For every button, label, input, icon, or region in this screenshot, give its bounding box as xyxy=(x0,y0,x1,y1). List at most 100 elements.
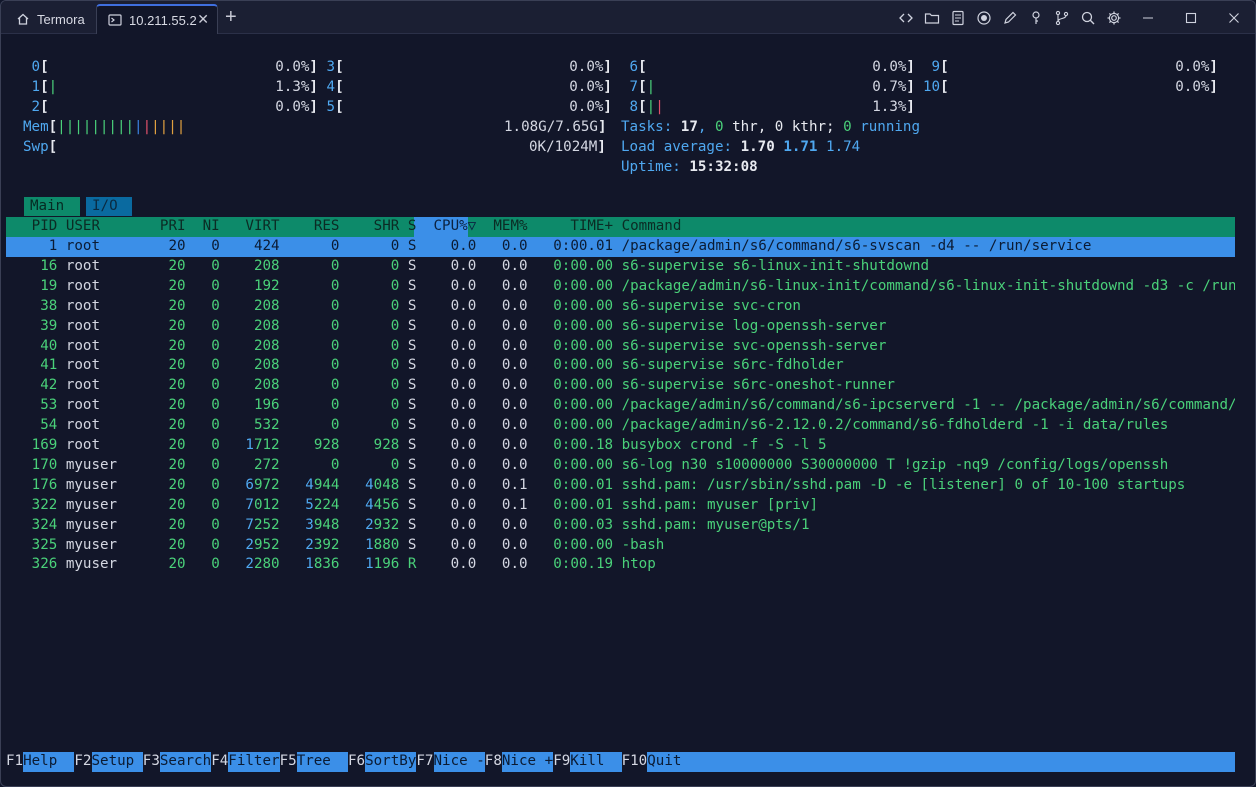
tab-close-icon[interactable]: ✕ xyxy=(197,11,209,28)
fkey-f5[interactable]: F5 xyxy=(280,752,297,772)
record-icon[interactable] xyxy=(974,8,993,27)
cell-time: 0:00.18 xyxy=(553,437,614,453)
fkey-f1[interactable]: F1 xyxy=(6,752,23,772)
fkey-f2-label[interactable]: Setup xyxy=(91,752,143,772)
cell-pri: 20 xyxy=(168,516,186,533)
cell-s: S xyxy=(407,496,417,513)
process-row[interactable]: 40 root 20 0 208 0 0 S 0.0 0.0 0:00.00 s6-supervise… xyxy=(6,337,1235,357)
process-row[interactable]: 325 myuser 20 0 2952 2392 1880 S 0.0 0.0 0:00.00 -b… xyxy=(6,536,1235,556)
fkey-f5-label[interactable]: Tree xyxy=(296,752,348,772)
tab-home-label: Termora xyxy=(37,11,85,27)
process-row[interactable]: 16 root 20 0 208 0 0 S 0.0 0.0 0:00.00 s6-supervise… xyxy=(6,257,1235,277)
mem-meter: Mem[||||||||||||||| xyxy=(23,119,186,135)
cell-res: 0 xyxy=(330,297,340,314)
file-icon[interactable] xyxy=(948,8,967,27)
cpu-meter-2: 2[ xyxy=(23,98,49,118)
tab-session[interactable]: 10.211.55.2 ✕ xyxy=(96,4,218,34)
swp-value: 0K/1024M xyxy=(529,139,598,155)
column-header-res[interactable]: RES xyxy=(288,217,340,237)
cell-mem: 0.0 xyxy=(501,556,528,573)
column-header-shr[interactable]: SHR xyxy=(348,217,400,237)
pen-icon[interactable] xyxy=(1000,8,1019,27)
fkey-f3-label[interactable]: Search xyxy=(159,752,212,772)
process-row[interactable]: 53 root 20 0 196 0 0 S 0.0 0.0 0:00.00/package/adm… xyxy=(6,396,1235,416)
column-header-virt[interactable]: VIRT xyxy=(228,217,279,237)
process-row[interactable]: 324 myuser 20 0 7252 3948 2932 S 0.0 0.0 0:00.03 ss… xyxy=(6,516,1235,536)
tab-main[interactable]: Main xyxy=(24,197,80,216)
process-row[interactable]: 42 root 20 0 208 0 0 S 0.0 0.0 0:00.00 s6-supervise… xyxy=(6,376,1235,396)
process-row[interactable]: 1 root 20 0 424 0 0 S 0.0 0.0 0:00.01/package/admi… xyxy=(6,237,1235,257)
column-header-pid[interactable]: PID xyxy=(6,217,58,237)
process-row[interactable]: 170 myuser 20 0 272 0 0 S 0.0 0.0 0:00.00 s6-log n3… xyxy=(6,456,1235,476)
cell-cpu: 0.0 xyxy=(450,496,477,513)
column-header-s[interactable]: S xyxy=(408,217,417,237)
cpu-bars: | xyxy=(48,78,58,95)
cell-cmd: htop xyxy=(621,556,656,573)
new-tab-button[interactable]: + xyxy=(225,7,237,27)
key-icon[interactable] xyxy=(1026,8,1045,27)
htop-screen[interactable]: 0[0.0%] 1[| 1.3%] 2[0.0%] 3[0.0%] 4[0.0%]… xyxy=(6,58,1251,778)
cell-virt-units: 952 xyxy=(253,536,280,553)
cell-virt: 196 xyxy=(253,397,280,414)
fkey-f1-label[interactable]: Help xyxy=(23,752,75,772)
process-row[interactable]: 326 myuser 20 0 2280 1836 1196 R 0.0 0.0 0:00.19 ht… xyxy=(6,555,1235,575)
fkey-f9-label[interactable]: Kill xyxy=(570,752,622,772)
column-header-user[interactable]: USER xyxy=(66,217,100,237)
code-icon[interactable] xyxy=(896,8,915,27)
cell-virt: 2280 xyxy=(228,555,279,575)
column-header-cpu[interactable]: CPU%▽ xyxy=(425,217,477,237)
column-header-mem[interactable]: MEM% xyxy=(485,217,527,237)
cell-ni: 0 xyxy=(211,357,220,374)
fkey-f7-label[interactable]: Nice - xyxy=(433,752,485,772)
screen-tabs: Main I/O xyxy=(24,197,132,216)
fkey-f8[interactable]: F8 xyxy=(485,752,502,772)
fkey-f8-label[interactable]: Nice + xyxy=(501,752,554,772)
cell-user: root xyxy=(65,277,101,294)
cell-cpu: 0.0 xyxy=(450,277,477,294)
column-header-ni[interactable]: NI xyxy=(194,217,220,237)
cell-s: S xyxy=(407,297,417,314)
cell-s: S xyxy=(407,476,417,493)
cell-virt-thousands: 7 xyxy=(245,516,254,533)
cell-shr: 2932 xyxy=(348,516,399,536)
fkey-f4[interactable]: F4 xyxy=(211,752,228,772)
tab-home[interactable]: Termora xyxy=(9,4,95,34)
maximize-icon[interactable] xyxy=(1169,1,1212,34)
cell-s: S xyxy=(407,277,417,294)
process-row[interactable]: 176 myuser 20 0 6972 4944 4048 S 0.0 0.1 0:00.01 ss… xyxy=(6,476,1235,496)
column-header-cmd[interactable]: Command xyxy=(622,217,682,237)
tab-io[interactable]: I/O xyxy=(86,197,132,216)
cell-s: S xyxy=(407,357,417,374)
fkey-f6[interactable]: F6 xyxy=(348,752,365,772)
process-row[interactable]: 39 root 20 0 208 0 0 S 0.0 0.0 0:00.00 s6-supervise… xyxy=(6,317,1235,337)
fkey-f4-label[interactable]: Filter xyxy=(228,752,280,772)
cell-mem: 0.0 xyxy=(501,536,528,553)
cell-time: 0:00.01 xyxy=(553,238,614,254)
fkey-f10[interactable]: F10 xyxy=(622,752,648,772)
column-header-time[interactable]: TIME+ xyxy=(536,217,613,237)
cpu-bracket-close: ] xyxy=(603,78,612,95)
fkey-f9[interactable]: F9 xyxy=(553,752,570,772)
process-row[interactable]: 169 root 20 0 1712 928 928 S 0.0 0.0 0:00.18 busybo… xyxy=(6,436,1235,456)
process-row[interactable]: 41 root 20 0 208 0 0 S 0.0 0.0 0:00.00 s6-supervise… xyxy=(6,356,1235,376)
process-row[interactable]: 322 myuser 20 0 7012 5224 4456 S 0.0 0.1 0:00.01 ss… xyxy=(6,496,1235,516)
cell-s: R xyxy=(407,556,417,573)
cell-cmd: sshd.pam: /usr/sbin/sshd.pam -D -e [list… xyxy=(621,476,1186,493)
fkey-f3[interactable]: F3 xyxy=(143,752,160,772)
fkey-f2[interactable]: F2 xyxy=(74,752,91,772)
folder-icon[interactable] xyxy=(922,8,941,27)
column-header-pri[interactable]: PRI xyxy=(151,217,186,237)
process-row[interactable]: 54 root 20 0 532 0 0 S 0.0 0.0 0:00.00/package/adm… xyxy=(6,416,1235,436)
process-row[interactable]: 38 root 20 0 208 0 0 S 0.0 0.0 0:00.00 s6-supervise… xyxy=(6,297,1235,317)
fkey-f10-label[interactable]: Quit xyxy=(647,752,1235,772)
search-icon[interactable] xyxy=(1078,8,1097,27)
fkey-f6-label[interactable]: SortBy xyxy=(365,752,417,772)
fkey-f7[interactable]: F7 xyxy=(416,752,433,772)
gear-icon[interactable] xyxy=(1104,8,1123,27)
mem-value-wrap: 1.08G/7.65G] xyxy=(504,119,607,135)
minimize-icon[interactable] xyxy=(1126,1,1169,34)
cell-cpu: 0.0 xyxy=(450,377,477,394)
branch-icon[interactable] xyxy=(1052,8,1071,27)
process-row[interactable]: 19 root 20 0 192 0 0 S 0.0 0.0 0:00.00/package/adm… xyxy=(6,277,1235,297)
close-icon[interactable] xyxy=(1212,1,1255,34)
